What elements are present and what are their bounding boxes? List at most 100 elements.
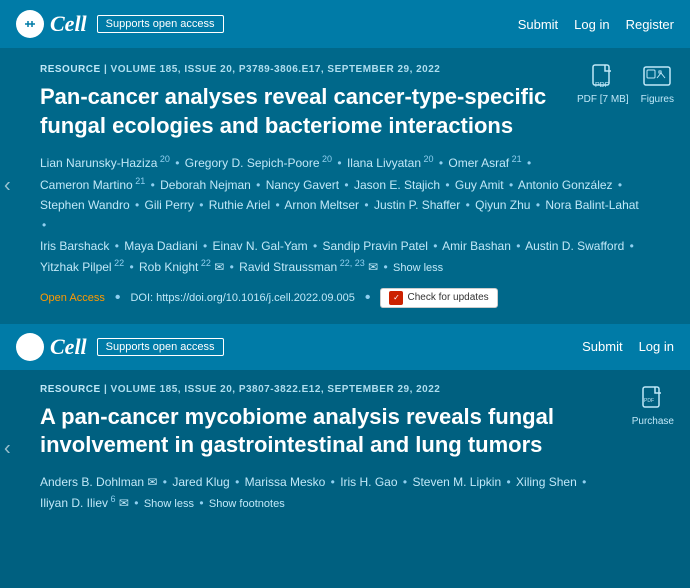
author-qiyun[interactable]: Qiyun Zhu: [475, 198, 530, 212]
article1-volume-info: VOLUME 185, ISSUE 20, P3789-3806.E17, SE…: [111, 64, 441, 75]
author-nora[interactable]: Nora Balint-Lahat: [545, 198, 638, 212]
sup-omer: 21: [509, 154, 522, 164]
author-stephen[interactable]: Stephen Wandro: [40, 198, 130, 212]
submit-link-1[interactable]: Submit: [518, 17, 558, 32]
sup-cameron: 21: [133, 176, 146, 186]
purchase-label: Purchase: [632, 416, 674, 427]
author-antonio[interactable]: Antonio González: [518, 178, 613, 192]
login-link-2[interactable]: Log in: [639, 339, 674, 354]
article1-panel: PDF PDF [7 MB] Figures RESOURCE: [0, 48, 690, 324]
article1-authors: Lian Narunsky-Haziza 20 • Gregory D. Sep…: [40, 152, 650, 278]
article1-footer: Open Access • DOI: https://doi.org/10.10…: [40, 288, 650, 308]
article1-doi-link[interactable]: DOI: https://doi.org/10.1016/j.cell.2022…: [130, 292, 354, 304]
article2-show-less[interactable]: Show less: [144, 498, 194, 510]
check-updates-btn[interactable]: ✓ Check for updates: [380, 288, 497, 308]
cell-logo-icon-2: [16, 333, 44, 361]
author-justin[interactable]: Justin P. Shaffer: [374, 198, 460, 212]
sup-lian: 20: [157, 154, 170, 164]
author-deborah[interactable]: Deborah Nejman: [160, 178, 251, 192]
sup-ravid: 22, 23: [337, 258, 365, 268]
article2-left-nav[interactable]: ‹: [4, 437, 11, 460]
author-omer[interactable]: Omer Asraf: [448, 156, 509, 170]
article1-actions: PDF PDF [7 MB] Figures: [577, 64, 674, 105]
author-ravid[interactable]: Ravid Straussman: [239, 260, 337, 274]
cell-logo-icon: [16, 10, 44, 38]
sup-ilana: 20: [421, 154, 434, 164]
article1-open-access-link[interactable]: Open Access: [40, 292, 105, 304]
header-nav-1: Submit Log in Register: [518, 17, 674, 32]
figures-btn[interactable]: Figures: [641, 64, 674, 105]
article1-meta: RESOURCE | VOLUME 185, ISSUE 20, P3789-3…: [40, 64, 650, 75]
author-gili[interactable]: Gili Perry: [145, 198, 194, 212]
author-yitzhak[interactable]: Yitzhak Pilpel: [40, 260, 112, 274]
author-xiling[interactable]: Xiling Shen: [516, 475, 577, 489]
open-access-badge-1: Supports open access: [97, 15, 224, 33]
article2-volume-info: VOLUME 185, ISSUE 20, P3807-3822.E12, SE…: [111, 384, 441, 395]
sup-rob: 22: [198, 258, 211, 268]
author-maya[interactable]: Maya Dadiani: [124, 239, 197, 253]
article2-authors: Anders B. Dohlman ✉ • Jared Klug • Maris…: [40, 472, 650, 514]
author-iliyan[interactable]: Iliyan D. Iliev: [40, 496, 108, 510]
author-cameron[interactable]: Cameron Martino: [40, 178, 133, 192]
author-lian[interactable]: Lian Narunsky-Haziza: [40, 156, 157, 170]
article1-title: Pan-cancer analyses reveal cancer-type-s…: [40, 83, 600, 140]
article2-meta: RESOURCE | VOLUME 185, ISSUE 20, P3807-3…: [40, 384, 650, 395]
pdf-download-btn[interactable]: PDF PDF [7 MB]: [577, 64, 629, 105]
author-arnon[interactable]: Arnon Meltser: [284, 198, 359, 212]
sup-gregory: 20: [320, 154, 333, 164]
article2-title: A pan-cancer mycobiome analysis reveals …: [40, 403, 600, 460]
pdf-label: PDF [7 MB]: [577, 94, 629, 105]
author-ilana[interactable]: Ilana Livyatan: [347, 156, 421, 170]
article2-panel: PDF Purchase RESOURCE | VOLUME 185, ISSU…: [0, 370, 690, 528]
purchase-icon: PDF: [639, 386, 667, 414]
author-ruthie[interactable]: Ruthie Ariel: [209, 198, 270, 212]
cell-logo-2[interactable]: Cell: [16, 333, 87, 361]
author-marissa[interactable]: Marissa Mesko: [245, 475, 326, 489]
article1-show-less[interactable]: Show less: [393, 262, 443, 274]
logo-text: Cell: [50, 11, 87, 37]
article1-panel-wrapper: ‹ PDF PDF [7 MB]: [0, 48, 690, 324]
author-sandip[interactable]: Sandip Pravin Patel: [323, 239, 428, 253]
article1-meta-sep: |: [104, 64, 111, 75]
figures-icon: [643, 64, 671, 92]
author-anders[interactable]: Anders B. Dohlman: [40, 475, 144, 489]
author-einav[interactable]: Einav N. Gal-Yam: [213, 239, 308, 253]
article2-meta-sep: |: [104, 384, 111, 395]
sup-iliyan: 6: [108, 494, 116, 504]
author-austin[interactable]: Austin D. Swafford: [525, 239, 624, 253]
article2-panel-wrapper: ‹ PDF Purchase RESOURCE | VOLUME 185, IS…: [0, 370, 690, 528]
login-link-1[interactable]: Log in: [574, 17, 609, 32]
article2-show-footnotes[interactable]: Show footnotes: [209, 498, 285, 510]
author-rob[interactable]: Rob Knight: [139, 260, 198, 274]
author-jared[interactable]: Jared Klug: [172, 475, 229, 489]
author-gregory[interactable]: Gregory D. Sepich-Poore: [185, 156, 320, 170]
submit-link-2[interactable]: Submit: [582, 339, 622, 354]
author-iris-gao[interactable]: Iris H. Gao: [340, 475, 397, 489]
author-iris-b[interactable]: Iris Barshack: [40, 239, 109, 253]
middle-header: Cell Supports open access Submit Log in: [0, 324, 690, 370]
svg-text:PDF: PDF: [644, 398, 654, 404]
article2-resource-label: RESOURCE: [40, 384, 101, 395]
author-amir[interactable]: Amir Bashan: [442, 239, 511, 253]
article2-actions: PDF Purchase: [632, 386, 674, 427]
purchase-btn[interactable]: PDF Purchase: [632, 386, 674, 427]
author-steven[interactable]: Steven M. Lipkin: [412, 475, 501, 489]
svg-text:PDF: PDF: [595, 82, 609, 89]
middle-header-left: Cell Supports open access: [16, 333, 224, 361]
author-nancy[interactable]: Nancy Gavert: [266, 178, 339, 192]
article1-resource-label: RESOURCE: [40, 64, 101, 75]
article1-left-nav[interactable]: ‹: [4, 174, 11, 197]
logo-text-2: Cell: [50, 334, 87, 360]
open-access-badge-2: Supports open access: [97, 338, 224, 356]
top-header: Cell Supports open access Submit Log in …: [0, 0, 690, 48]
cell-logo[interactable]: Cell: [16, 10, 87, 38]
header-left: Cell Supports open access: [16, 10, 224, 38]
register-link-1[interactable]: Register: [626, 17, 674, 32]
middle-header-nav: Submit Log in: [582, 339, 674, 354]
figures-label: Figures: [641, 94, 674, 105]
author-guy[interactable]: Guy Amit: [455, 178, 504, 192]
author-jason[interactable]: Jason E. Stajich: [354, 178, 440, 192]
pdf-icon: PDF: [589, 64, 617, 92]
check-updates-label: Check for updates: [407, 292, 488, 303]
sup-yitzhak: 22: [112, 258, 125, 268]
